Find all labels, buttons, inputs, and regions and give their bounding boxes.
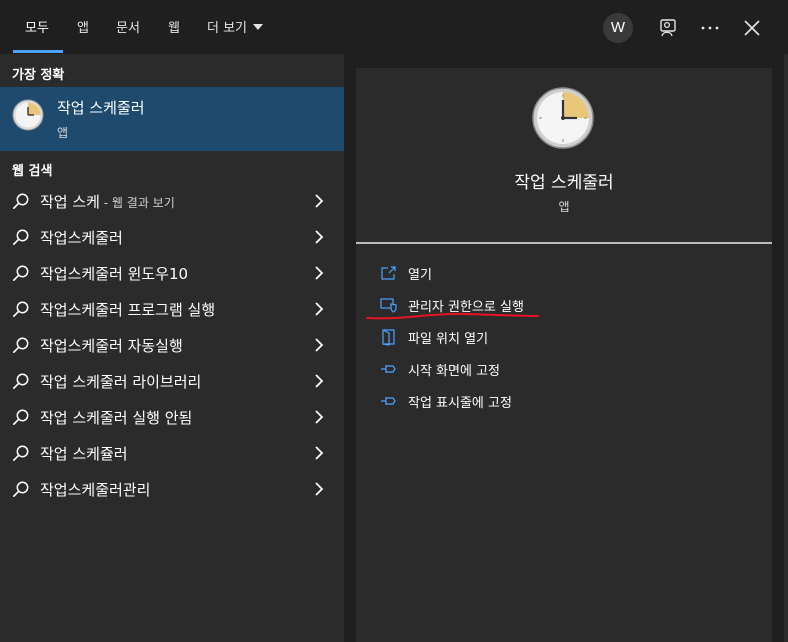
best-match-item[interactable]: 작업 스케줄러 앱 [0, 87, 344, 151]
chevron-right-icon[interactable] [312, 193, 326, 209]
right-edge-panel [784, 54, 788, 642]
web-result-item[interactable]: 작업스케줄러관리 [0, 471, 344, 507]
action-pin-to-start-label: 시작 화면에 고정 [408, 364, 500, 379]
tab-documents[interactable]: 문서 [116, 19, 140, 39]
best-match-header: 가장 정확 [12, 68, 65, 83]
chevron-down-icon [253, 24, 264, 30]
chevron-right-icon[interactable] [312, 445, 326, 461]
best-match-title: 작업 스케줄러 [57, 99, 145, 117]
pin-icon [381, 365, 396, 373]
web-result-item[interactable]: 작업 스케쥴러 [0, 435, 344, 471]
avatar[interactable]: W [603, 13, 633, 43]
web-result-label: 작업스케줄러 자동실행 [40, 335, 183, 356]
results-pane: 가장 정확 작업 스케줄러 앱 웹 검색 작업 스케 - 웹 결과 보기작업스케… [0, 54, 344, 642]
web-result-label: 작업 스케줄러 실행 안됨 [40, 407, 192, 428]
chevron-right-icon[interactable] [312, 373, 326, 389]
web-result-text: 작업스케줄러 자동실행 [40, 337, 183, 355]
magnifier-icon [12, 409, 29, 426]
web-result-text: 작업스케줄러 [40, 229, 123, 247]
web-result-item[interactable]: 작업스케줄러 자동실행 [0, 327, 344, 363]
web-result-label: 작업스케줄러 윈도우10 [40, 263, 188, 284]
more-dots-icon[interactable] [699, 17, 721, 39]
magnifier-icon [12, 301, 29, 318]
web-result-text: 작업 스케줄러 라이브러리 [40, 373, 202, 391]
web-result-text: 작업 스케줄러 실행 안됨 [40, 409, 193, 427]
chevron-right-icon[interactable] [312, 409, 326, 425]
web-result-text: 작업스케줄러 프로그램 실행 [40, 301, 216, 319]
tab-more-label: 더 보기 [207, 21, 248, 36]
action-open[interactable]: 열기 [376, 262, 676, 284]
tab-web[interactable]: 웹 [168, 19, 180, 39]
web-result-item[interactable]: 작업 스케줄러 라이브러리 [0, 363, 344, 399]
top-bar: 모두 앱 문서 웹 더 보기 W [0, 0, 788, 54]
action-pin-to-start[interactable]: 시작 화면에 고정 [376, 358, 676, 380]
web-result-text: 작업 스케 [40, 193, 100, 211]
close-icon[interactable] [741, 17, 763, 39]
web-result-text: 작업 스케쥴러 [40, 445, 128, 463]
active-tab-indicator [13, 50, 63, 53]
magnifier-icon [12, 481, 29, 498]
action-pin-to-taskbar[interactable]: 작업 표시줄에 고정 [376, 390, 676, 412]
chevron-right-icon[interactable] [312, 481, 326, 497]
magnifier-icon [12, 445, 29, 462]
divider [356, 242, 772, 244]
chevron-right-icon[interactable] [312, 229, 326, 245]
file-location-icon [382, 329, 395, 346]
open-icon [381, 266, 396, 280]
web-result-item[interactable]: 작업스케줄러 [0, 219, 344, 255]
app-name: 작업 스케줄러 [514, 173, 614, 193]
best-match-subtitle: 앱 [57, 126, 69, 140]
magnifier-icon [12, 337, 29, 354]
action-open-label: 열기 [408, 268, 432, 283]
web-result-text: 작업스케줄러 윈도우10 [40, 265, 189, 283]
web-result-label: 작업스케줄러 [40, 227, 123, 248]
chevron-right-icon[interactable] [312, 337, 326, 353]
web-result-label: 작업 스케쥴러 [40, 443, 128, 464]
magnifier-icon [12, 373, 29, 390]
magnifier-icon [12, 193, 29, 210]
tab-all[interactable]: 모두 [25, 19, 49, 39]
chevron-right-icon[interactable] [312, 301, 326, 317]
action-pin-to-taskbar-label: 작업 표시줄에 고정 [408, 396, 512, 411]
clock-icon [532, 87, 594, 149]
pin-icon [381, 397, 396, 405]
web-result-label: 작업스케줄러관리 [40, 479, 150, 500]
details-pane: 작업 스케줄러 앱 열기 관리자 권한으로 실행 파일 위치 열기 시작 화면에… [356, 68, 772, 642]
web-result-hint: - 웹 결과 보기 [99, 196, 175, 210]
web-result-label: 작업 스케줄러 라이브러리 [40, 371, 201, 392]
red-underline-annotation [366, 312, 539, 320]
chevron-right-icon[interactable] [312, 265, 326, 281]
action-open-file-location[interactable]: 파일 위치 열기 [376, 326, 676, 348]
magnifier-icon [12, 265, 29, 282]
web-result-item[interactable]: 작업스케줄러 프로그램 실행 [0, 291, 344, 327]
tab-more[interactable]: 더 보기 [207, 19, 264, 39]
clock-icon [12, 99, 44, 131]
web-result-text: 작업스케줄러관리 [40, 481, 151, 499]
web-result-label: 작업 스케 - 웹 결과 보기 [40, 191, 175, 212]
action-open-file-location-label: 파일 위치 열기 [408, 332, 489, 347]
magnifier-icon [12, 229, 29, 246]
web-result-label: 작업스케줄러 프로그램 실행 [40, 299, 215, 320]
web-result-item[interactable]: 작업스케줄러 윈도우10 [0, 255, 344, 291]
tab-apps[interactable]: 앱 [77, 19, 89, 39]
web-search-header: 웹 검색 [12, 164, 53, 179]
app-type: 앱 [558, 200, 570, 214]
web-result-item[interactable]: 작업 스케 - 웹 결과 보기 [0, 183, 344, 219]
web-result-item[interactable]: 작업 스케줄러 실행 안됨 [0, 399, 344, 435]
feedback-person-icon[interactable] [657, 17, 679, 39]
